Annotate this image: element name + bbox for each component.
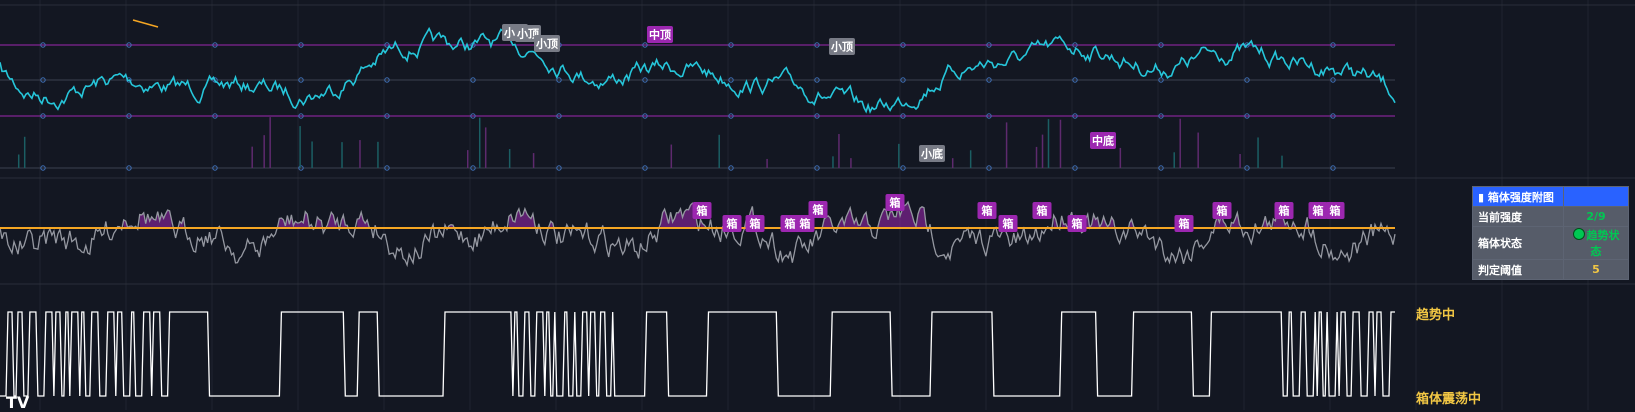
table-header-row: ▮ 箱体强度附图 [1472, 186, 1629, 207]
volume-bar [484, 127, 487, 168]
green-dot-icon [1572, 228, 1585, 240]
trend-segment [132, 19, 159, 28]
row-key-threshold: 判定阈值 [1472, 259, 1564, 280]
trend-state-label: 趋势中 [1416, 308, 1456, 323]
row-key-strength: 当前强度 [1472, 206, 1564, 227]
strength-tag-label: 箱 [697, 204, 708, 218]
volume-bar [1179, 118, 1181, 168]
price-line [0, 26, 1396, 115]
table-row: 当前强度 2/9 [1472, 206, 1629, 227]
volume-bar [1047, 119, 1050, 168]
volume-bar [251, 146, 253, 168]
row-value-state-cell: 趋势状态 [1563, 226, 1629, 260]
table-title-blank [1563, 186, 1629, 207]
strength-tag-label: 箱 [1003, 217, 1014, 231]
volume-bar [1059, 119, 1062, 168]
volume-bar [1035, 146, 1038, 168]
volume-bar [670, 144, 673, 168]
table-title: 箱体强度附图 [1487, 190, 1554, 204]
box-state-label: 箱体震荡中 [1416, 392, 1482, 407]
strength-tag-label: 箱 [1279, 204, 1290, 218]
volume-bar [838, 134, 840, 168]
volume-bar [466, 150, 469, 168]
row-value-state: 趋势状态 [1586, 229, 1620, 258]
strength-tag-label: 箱 [785, 217, 796, 231]
price-tag-label: 小底 [920, 147, 943, 161]
volume-bar [269, 117, 271, 168]
tradingview-logo-icon: TV [6, 393, 30, 412]
price-tag-label: 小顶 [535, 37, 558, 51]
price-tag-label: 小顶 [830, 40, 853, 54]
volume-bar [311, 141, 313, 168]
volume-bar [359, 140, 361, 168]
chart-canvas: 小顶小顶小顶中顶小顶小底中底箱箱箱箱箱箱箱箱箱箱箱箱箱箱箱箱 [0, 0, 1635, 410]
volume-bar [23, 136, 26, 168]
volume-bar [1281, 155, 1283, 168]
strength-fill [277, 211, 312, 228]
volume-bar [718, 134, 720, 168]
volume-bar [969, 150, 972, 168]
strength-tag-label: 箱 [1217, 204, 1228, 218]
price-tag-label: 中底 [1092, 134, 1114, 148]
volume-bar [1119, 147, 1122, 168]
volume-bar [1257, 137, 1259, 168]
strength-tag-label: 箱 [1072, 217, 1083, 231]
volume-bar [299, 126, 301, 168]
strength-tag-label: 箱 [800, 217, 811, 231]
table-row: 判定阈值 5 [1472, 259, 1629, 280]
row-key-state: 箱体状态 [1472, 226, 1564, 260]
strength-tag-label: 箱 [1313, 204, 1324, 218]
volume-bar [898, 143, 900, 168]
volume-bar [1005, 122, 1008, 168]
volume-bar [1197, 132, 1199, 168]
strength-tag-label: 箱 [750, 217, 761, 231]
strength-tag-label: 箱 [982, 204, 993, 218]
strength-tag-label: 箱 [1179, 217, 1190, 231]
state-line [0, 311, 1395, 397]
table-row: 箱体状态 趋势状态 [1472, 226, 1629, 260]
strength-tag-label: 箱 [1037, 204, 1048, 218]
volume-bar [1173, 152, 1175, 168]
volume-bar [532, 153, 535, 168]
price-tag-label: 中顶 [649, 28, 671, 42]
volume-bar [17, 154, 20, 168]
bar-chart-icon: ▮ [1478, 190, 1485, 204]
volume-bar [1239, 154, 1241, 168]
volume-bar [832, 156, 834, 168]
strength-tag-label: 箱 [727, 217, 738, 231]
volume-bar [951, 158, 954, 168]
volume-bar [263, 135, 265, 168]
volume-bar [377, 141, 379, 168]
volume-bar [766, 158, 768, 168]
row-value-strength: 2/9 [1563, 206, 1629, 227]
volume-bar [341, 142, 343, 168]
strength-tag-label: 箱 [890, 196, 901, 210]
volume-bar [850, 158, 852, 168]
volume-bar [1041, 134, 1044, 168]
table-title-cell: ▮ 箱体强度附图 [1472, 186, 1564, 207]
strength-tag-label: 箱 [1330, 204, 1341, 218]
box-strength-table: ▮ 箱体强度附图 当前强度 2/9 箱体状态 趋势状态 判定阈值 5 [1472, 186, 1629, 280]
volume-bar [478, 117, 481, 168]
volume-bar [508, 149, 511, 168]
row-value-threshold: 5 [1563, 259, 1629, 280]
strength-tag-label: 箱 [813, 203, 824, 217]
